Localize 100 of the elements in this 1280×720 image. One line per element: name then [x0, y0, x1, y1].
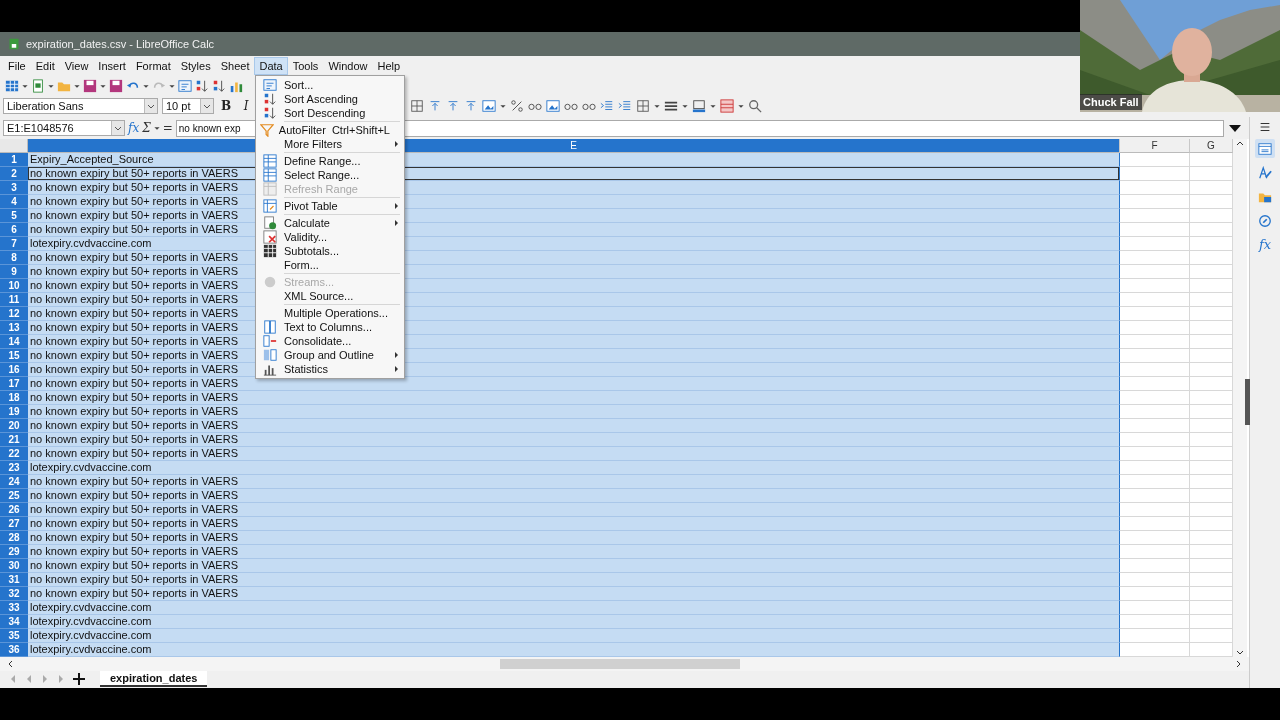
italic-button[interactable]: I — [238, 99, 254, 113]
menu-entry[interactable]: Sort Descending — [256, 106, 404, 120]
row-header[interactable]: 36 — [0, 643, 28, 657]
align-icon[interactable] — [446, 99, 460, 113]
row-header[interactable]: 19 — [0, 405, 28, 419]
sort-icon[interactable] — [178, 78, 192, 93]
row-header[interactable]: 24 — [0, 475, 28, 489]
font-name-field[interactable]: Liberation Sans — [3, 98, 158, 114]
search-icon[interactable] — [748, 99, 762, 113]
row-header[interactable]: 29 — [0, 545, 28, 559]
menu-item[interactable]: View — [59, 57, 94, 75]
row-header[interactable]: 27 — [0, 517, 28, 531]
bold-button[interactable]: B — [218, 99, 234, 113]
row-header[interactable]: 17 — [0, 377, 28, 391]
column-header[interactable]: G — [1190, 139, 1233, 153]
row-header[interactable]: 8 — [0, 251, 28, 265]
table-icon[interactable] — [5, 78, 19, 93]
row-header[interactable]: 12 — [0, 307, 28, 321]
save-icon[interactable] — [109, 78, 123, 93]
add-sheet-icon[interactable] — [72, 672, 86, 686]
menu-entry[interactable]: More Filters — [256, 137, 404, 151]
menu-item[interactable]: Tools — [287, 57, 324, 75]
row-header[interactable]: 7 — [0, 237, 28, 251]
menu-entry[interactable]: AutoFilter Ctrl+Shift+L — [256, 123, 404, 137]
percent-icon[interactable] — [510, 99, 524, 113]
sum-icon[interactable]: Σ — [142, 121, 151, 135]
row-header[interactable]: 10 — [0, 279, 28, 293]
menu-icon[interactable] — [1258, 120, 1272, 134]
menu-entry[interactable]: Group and Outline — [256, 348, 404, 362]
align-icon[interactable] — [428, 99, 442, 113]
functions-button[interactable]: fx — [1255, 235, 1275, 254]
sort-ascending-icon[interactable] — [195, 78, 209, 93]
row-header[interactable]: 31 — [0, 573, 28, 587]
row-header[interactable]: 1 — [0, 153, 28, 167]
background-color-icon[interactable] — [692, 99, 706, 113]
borders-icon[interactable] — [636, 99, 650, 113]
row-header[interactable]: 28 — [0, 531, 28, 545]
row-header[interactable]: 3 — [0, 181, 28, 195]
vertical-scrollbar[interactable] — [1233, 139, 1247, 657]
indent-icon[interactable] — [600, 99, 614, 113]
row-header[interactable]: 32 — [0, 587, 28, 601]
menu-item[interactable]: Format — [130, 57, 176, 75]
row-header[interactable]: 21 — [0, 433, 28, 447]
menu-entry[interactable]: Multiple Operations... — [256, 306, 404, 320]
menu-item[interactable]: Help — [372, 57, 406, 75]
row-header[interactable]: 22 — [0, 447, 28, 461]
borders-icon[interactable] — [410, 99, 424, 113]
scrollbar-thumb[interactable] — [500, 659, 740, 669]
menu-entry[interactable]: Sort Ascending — [256, 92, 404, 106]
sort-descending-icon[interactable] — [212, 78, 226, 93]
row-header[interactable]: 30 — [0, 559, 28, 573]
border-style-icon[interactable] — [664, 99, 678, 113]
menu-item[interactable]: Sheet — [215, 57, 255, 75]
row-header[interactable]: 16 — [0, 363, 28, 377]
row-header[interactable]: 15 — [0, 349, 28, 363]
menu-item[interactable]: Window — [323, 57, 373, 75]
menu-entry[interactable]: Statistics — [256, 362, 404, 376]
row-header[interactable]: 25 — [0, 489, 28, 503]
sidebar-handle[interactable] — [1245, 379, 1250, 425]
conditional-format-icon[interactable] — [720, 99, 734, 113]
menu-item[interactable]: Styles — [175, 57, 216, 75]
row-header[interactable]: 13 — [0, 321, 28, 335]
column-header[interactable]: F — [1120, 139, 1190, 153]
sheet-tab[interactable]: expiration_dates — [100, 671, 208, 687]
row-header[interactable]: 5 — [0, 209, 28, 223]
row-header[interactable]: 18 — [0, 391, 28, 405]
name-box[interactable]: E1:E1048576 — [3, 120, 125, 136]
menu-item[interactable]: Insert — [93, 57, 131, 75]
menu-entry[interactable]: Text to Columns... — [256, 320, 404, 334]
indent-icon[interactable] — [618, 99, 632, 113]
row-header[interactable]: 26 — [0, 503, 28, 517]
row-header[interactable]: 2 — [0, 167, 28, 181]
menu-entry[interactable]: Select Range... — [256, 168, 404, 182]
row-header[interactable]: 6 — [0, 223, 28, 237]
save-icon[interactable] — [83, 78, 97, 93]
menu-entry[interactable]: Define Range... — [256, 154, 404, 168]
properties-button[interactable] — [1255, 139, 1275, 158]
table-cell — [1190, 475, 1233, 489]
row-header[interactable]: 23 — [0, 461, 28, 475]
formula-icon[interactable]: = — [162, 121, 173, 135]
row-header[interactable]: 35 — [0, 629, 28, 643]
image-icon[interactable] — [546, 99, 560, 113]
row-header[interactable]: 34 — [0, 615, 28, 629]
menu-item[interactable]: File — [3, 57, 31, 75]
menu-item[interactable]: Data — [254, 57, 288, 75]
row-header[interactable]: 20 — [0, 419, 28, 433]
menu-entry[interactable]: Consolidate... — [256, 334, 404, 348]
image-icon[interactable] — [482, 99, 496, 113]
row-header[interactable]: 33 — [0, 601, 28, 615]
row-header[interactable]: 4 — [0, 195, 28, 209]
font-size-field[interactable]: 10 pt — [162, 98, 214, 114]
document-icon[interactable] — [31, 78, 45, 93]
range-icon — [263, 154, 277, 168]
menu-item[interactable]: Edit — [30, 57, 60, 75]
function-wizard-icon[interactable]: fx — [128, 121, 140, 135]
align-icon[interactable] — [464, 99, 478, 113]
row-header[interactable]: 9 — [0, 265, 28, 279]
row-header[interactable]: 14 — [0, 335, 28, 349]
row-header[interactable]: 11 — [0, 293, 28, 307]
menu-entry[interactable]: Sort... — [256, 78, 404, 92]
